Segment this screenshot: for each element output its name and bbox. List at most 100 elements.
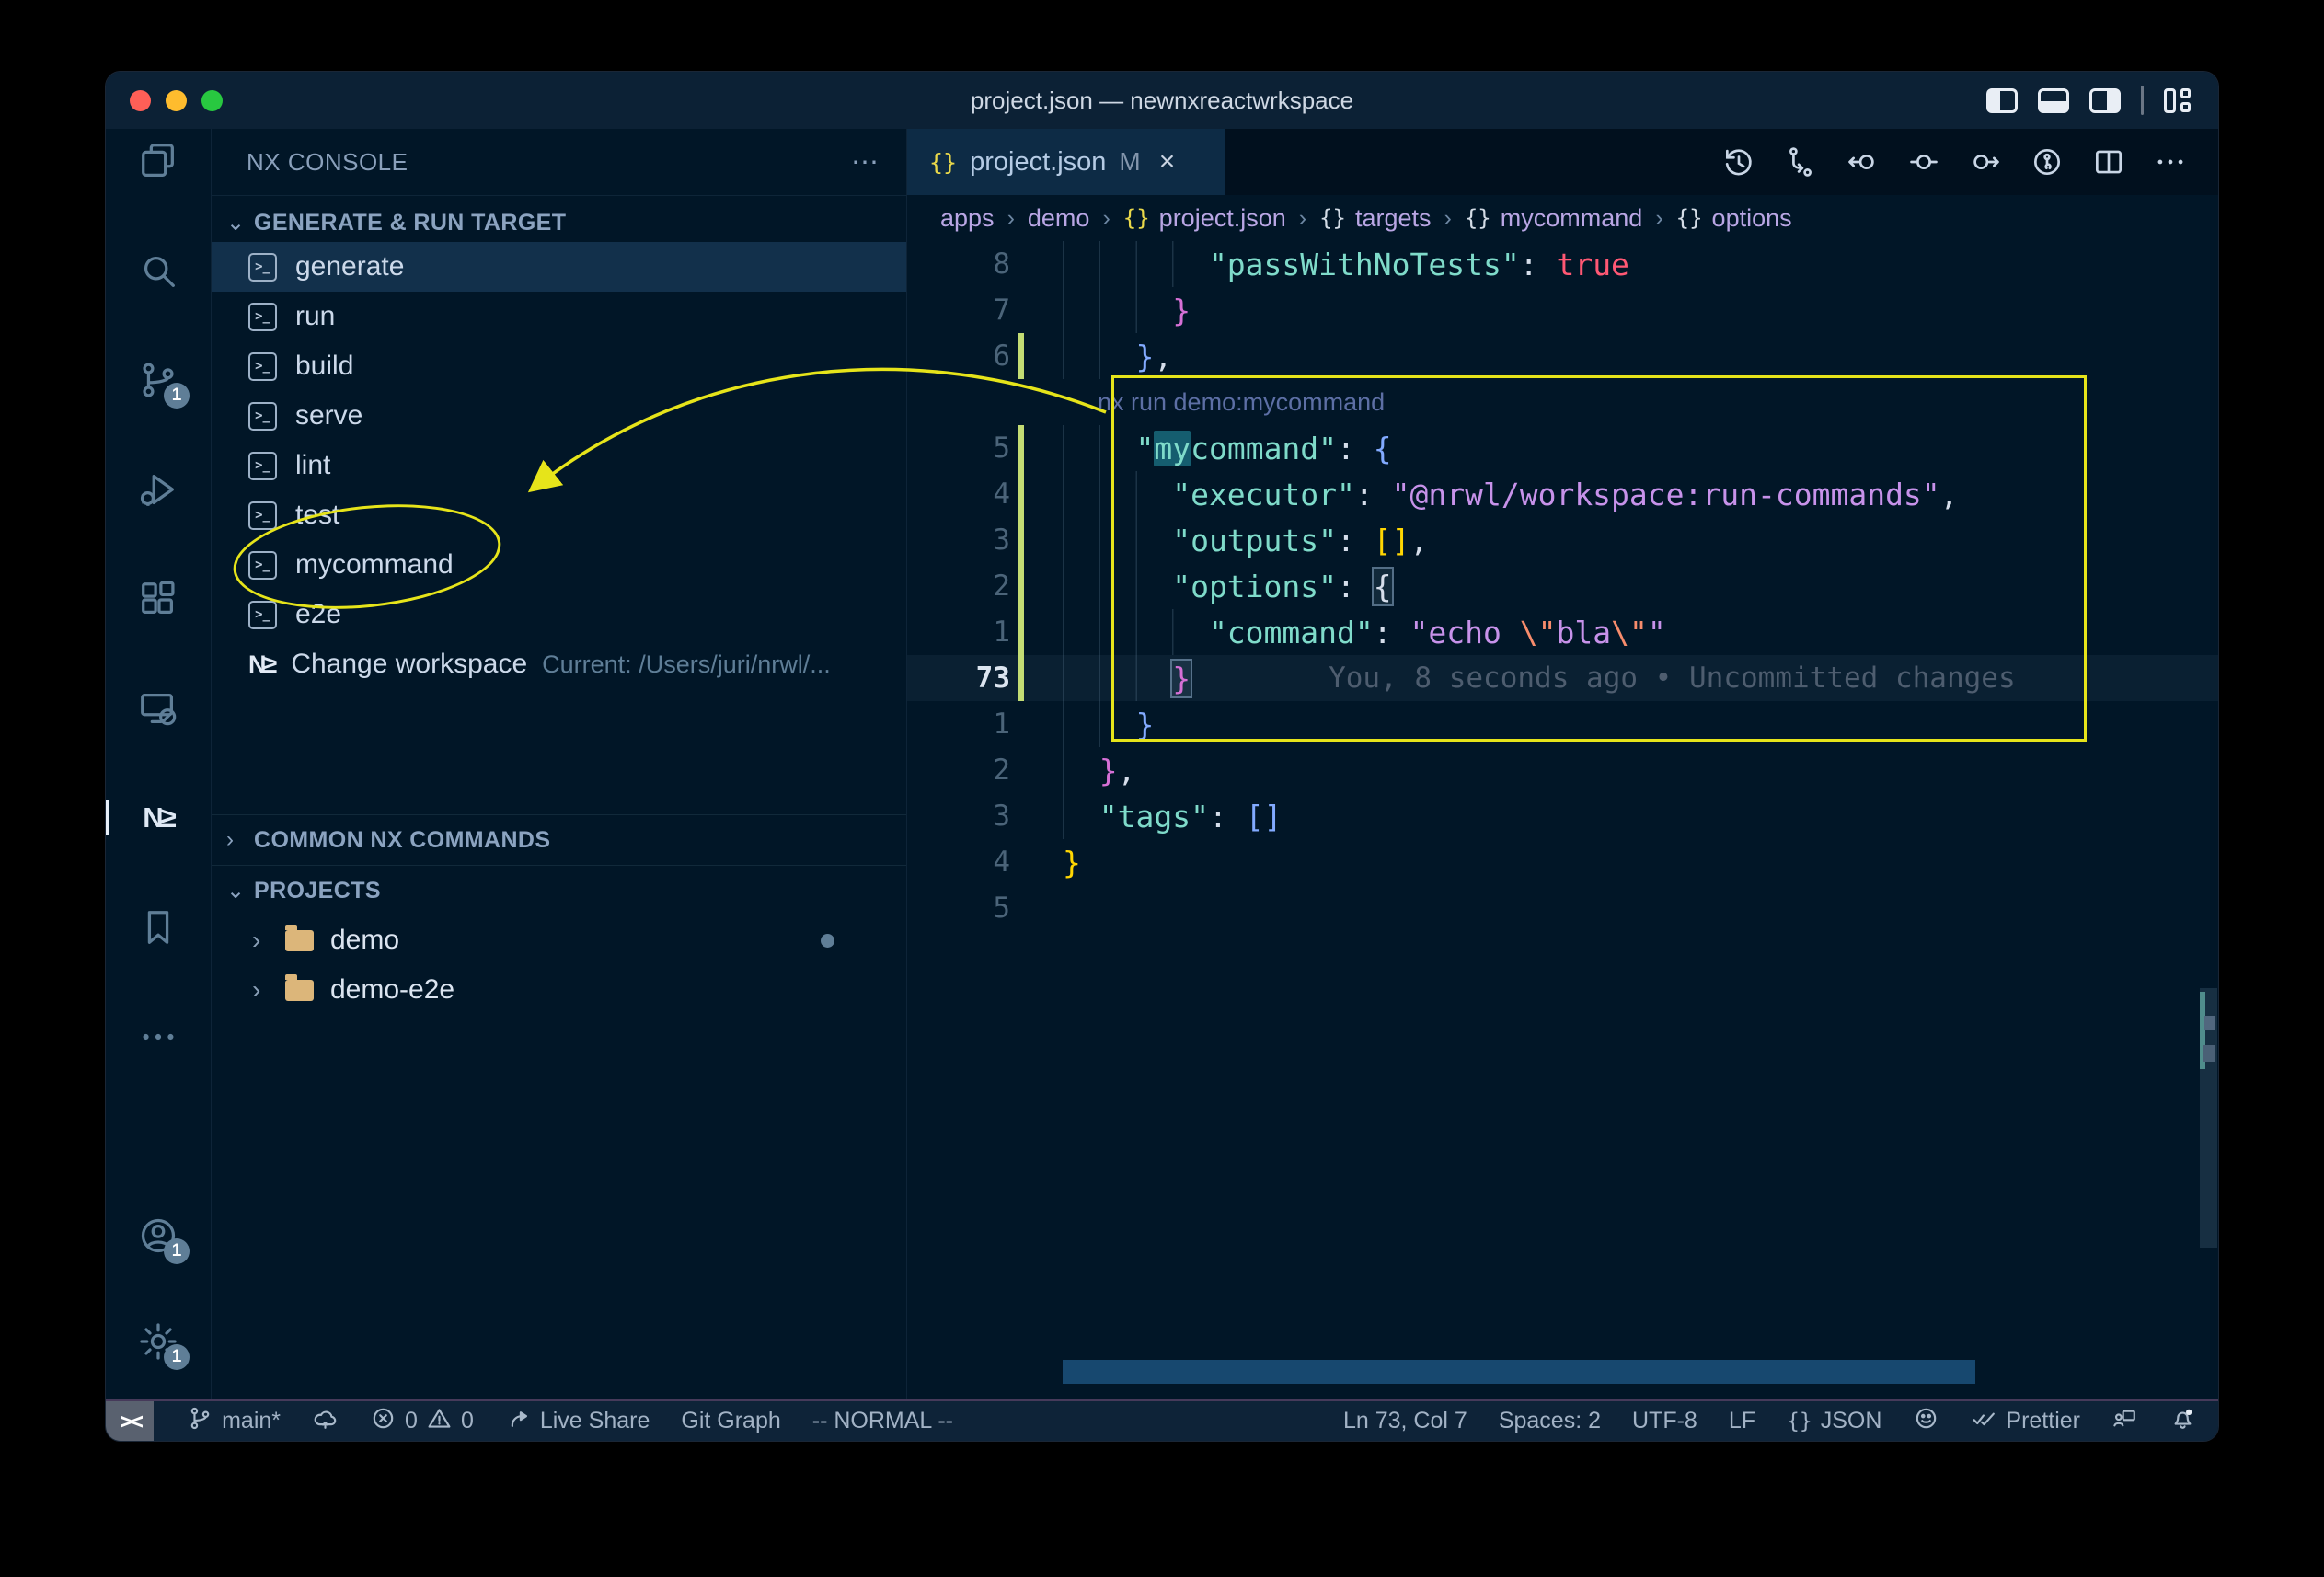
breadcrumb-item-options[interactable]: {}options — [1676, 204, 1792, 233]
breadcrumb-item-apps[interactable]: apps — [940, 204, 995, 233]
gutter-modified-bar — [1018, 885, 1024, 931]
breadcrumb-item-project-json[interactable]: {}project.json — [1123, 204, 1286, 233]
explorer-icon[interactable] — [136, 139, 180, 183]
toggle-secondary-sidebar-icon[interactable] — [2089, 88, 2121, 113]
minimize-window-button[interactable] — [166, 90, 187, 111]
indent-guides — [1063, 425, 1135, 471]
toggle-primary-sidebar-icon[interactable] — [1986, 88, 2018, 113]
code-line[interactable]: 7} — [907, 287, 2218, 333]
status-git-branch[interactable]: main* — [187, 1401, 281, 1441]
sidebar-item-build[interactable]: >_build — [212, 341, 906, 391]
code-token: { — [1374, 431, 1392, 466]
status-cursor-position[interactable]: Ln 73, Col 7 — [1343, 1408, 1467, 1434]
status-bar: >< main* 00 Live Share Git Graph -- NORMAL --… — [106, 1399, 2218, 1441]
project-item-demo-e2e[interactable]: ›demo-e2e — [212, 965, 906, 1015]
status-problems[interactable]: 00 — [370, 1401, 474, 1441]
horizontal-scrollbar[interactable] — [1063, 1360, 1975, 1384]
sidebar-title-row: NX CONSOLE ⋯ — [212, 129, 906, 196]
nx-console-icon[interactable]: N≥ — [136, 796, 180, 840]
indent-guides — [1063, 287, 1172, 333]
code-line[interactable]: 3"outputs": [], — [907, 517, 2218, 563]
code-line[interactable]: 5 — [907, 885, 2218, 931]
breadcrumb-item-mycommand[interactable]: {}mycommand — [1465, 204, 1642, 233]
code-line[interactable]: 4} — [907, 839, 2218, 885]
compare-changes-icon[interactable] — [1782, 144, 1819, 180]
extensions-icon[interactable] — [136, 577, 180, 621]
status-indentation[interactable]: Spaces: 2 — [1499, 1408, 1601, 1434]
status-git-graph[interactable]: Git Graph — [681, 1401, 780, 1441]
status-formatter-prettier[interactable]: Prettier — [1971, 1405, 2080, 1438]
zoom-window-button[interactable] — [201, 90, 223, 111]
code-editor[interactable]: 8"passWithNoTests": true7}6}, nx run demo… — [907, 241, 2218, 1399]
split-editor-icon[interactable] — [2090, 144, 2127, 180]
breadcrumb: apps›demo›{}project.json›{}targets›{}myc… — [907, 195, 2218, 241]
code-line[interactable]: 73}You, 8 seconds ago • Uncommitted chan… — [907, 655, 2218, 701]
previous-change-icon[interactable] — [1844, 144, 1881, 180]
sidebar-item-generate[interactable]: >_generate — [212, 242, 906, 292]
codelens-line[interactable]: nx run demo:mycommand — [907, 379, 2218, 425]
gutter-modified-bar — [1018, 287, 1024, 333]
status-notifications[interactable] — [2169, 1405, 2196, 1438]
status-live-share-contacts[interactable] — [2111, 1405, 2138, 1438]
status-language-mode[interactable]: {}JSON — [1787, 1408, 1881, 1434]
codelens-run-command[interactable]: nx run demo:mycommand — [1098, 388, 1385, 417]
run-target-terminal-icon: >_ — [248, 551, 277, 580]
close-window-button[interactable] — [130, 90, 151, 111]
sidebar-more-actions-icon[interactable]: ⋯ — [851, 146, 880, 178]
open-changes-icon[interactable] — [2029, 144, 2065, 180]
more-views-icon[interactable] — [136, 1015, 180, 1059]
code-line[interactable]: 6}, — [907, 333, 2218, 379]
section-generate-run-target[interactable]: ⌄ GENERATE & RUN TARGET — [212, 203, 906, 242]
sidebar-title: NX CONSOLE — [247, 148, 408, 177]
status-publish-changes[interactable] — [312, 1401, 339, 1441]
sidebar-item-e2e[interactable]: >_e2e — [212, 590, 906, 639]
breadcrumb-item-targets[interactable]: {}targets — [1319, 204, 1431, 233]
code-line[interactable]: 5"mycommand": { — [907, 425, 2218, 471]
status-encoding[interactable]: UTF-8 — [1632, 1408, 1697, 1434]
section-common-nx-commands[interactable]: › COMMON NX COMMANDS — [212, 814, 906, 865]
search-icon[interactable] — [136, 248, 180, 293]
status-feedback[interactable] — [1913, 1405, 1939, 1438]
status-end-of-line[interactable]: LF — [1729, 1408, 1755, 1434]
status-remote-indicator[interactable]: >< — [106, 1401, 154, 1441]
sidebar-item-run[interactable]: >_run — [212, 292, 906, 341]
code-line[interactable]: 2}, — [907, 747, 2218, 793]
run-target-terminal-icon: >_ — [248, 253, 277, 282]
source-control-icon[interactable]: 1 — [136, 358, 180, 402]
sidebar-item-lint[interactable]: >_lint — [212, 441, 906, 490]
timeline-history-icon[interactable] — [1720, 144, 1757, 180]
code-token: [] — [1374, 523, 1410, 558]
toggle-panel-icon[interactable] — [2038, 88, 2069, 113]
code-line[interactable]: 2"options": { — [907, 563, 2218, 609]
breadcrumb-label: targets — [1355, 204, 1432, 233]
sidebar-item-mycommand[interactable]: >_mycommand — [212, 540, 906, 590]
breadcrumb-separator-icon: › — [1007, 205, 1015, 232]
project-item-demo[interactable]: ›demo — [212, 915, 906, 965]
code-line[interactable]: 3"tags": [] — [907, 793, 2218, 839]
bookmarks-icon[interactable] — [136, 905, 180, 950]
status-text: main* — [222, 1408, 281, 1434]
status-live-share[interactable]: Live Share — [505, 1401, 650, 1441]
close-tab-icon[interactable]: × — [1159, 146, 1176, 178]
more-actions-icon[interactable] — [2152, 144, 2189, 180]
sidebar-item-test[interactable]: >_test — [212, 490, 906, 540]
run-debug-icon[interactable] — [136, 467, 180, 512]
next-change-icon[interactable] — [1967, 144, 2004, 180]
remote-explorer-icon[interactable] — [136, 686, 180, 731]
code-line[interactable]: 1} — [907, 701, 2218, 747]
code-line[interactable]: 4"executor": "@nrwl/workspace:run-comman… — [907, 471, 2218, 517]
code-line[interactable]: 1"command": "echo \"bla\"" — [907, 609, 2218, 655]
customize-layout-icon[interactable] — [2164, 88, 2191, 113]
sidebar-item-change-workspace[interactable]: N≥ Change workspace Current: /Users/juri… — [212, 639, 906, 689]
code-line[interactable]: 8"passWithNoTests": true — [907, 241, 2218, 287]
section-projects[interactable]: ⌄ PROJECTS — [212, 865, 906, 915]
tab-project-json[interactable]: {} project.json M × — [907, 129, 1225, 195]
status-vim-mode[interactable]: -- NORMAL -- — [812, 1401, 953, 1441]
traffic-lights — [130, 90, 223, 111]
sidebar-item-serve[interactable]: >_serve — [212, 391, 906, 441]
breadcrumb-label: options — [1712, 204, 1792, 233]
settings-gear-icon[interactable]: 1 — [136, 1319, 180, 1364]
current-change-icon[interactable] — [1905, 144, 1942, 180]
breadcrumb-item-demo[interactable]: demo — [1028, 204, 1090, 233]
accounts-icon[interactable]: 1 — [136, 1214, 180, 1258]
